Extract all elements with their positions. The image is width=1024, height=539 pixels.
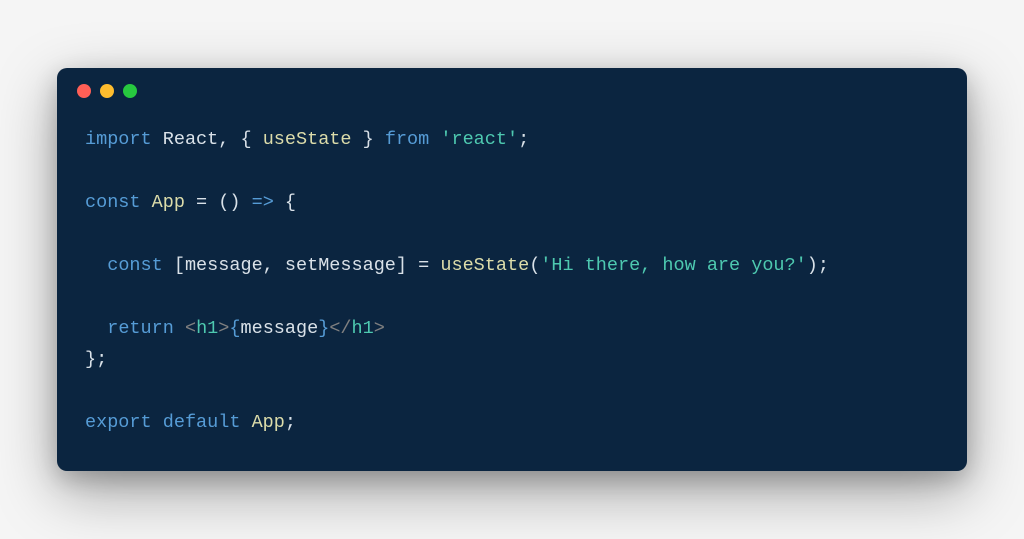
id-app: App bbox=[152, 192, 185, 213]
punc: = bbox=[418, 255, 429, 276]
code-window: import React, { useState } from 'react';… bbox=[57, 68, 967, 470]
punc: ; bbox=[96, 349, 107, 370]
id-message: message bbox=[241, 318, 319, 339]
kw-from: from bbox=[385, 129, 429, 150]
str-react: 'react' bbox=[440, 129, 518, 150]
kw-default: default bbox=[163, 412, 241, 433]
tag-open: < bbox=[185, 318, 196, 339]
tag-close: > bbox=[218, 318, 229, 339]
punc: , bbox=[263, 255, 274, 276]
id-setmessage: setMessage bbox=[285, 255, 396, 276]
tag-close: > bbox=[374, 318, 385, 339]
punc: ( bbox=[529, 255, 540, 276]
punc: ; bbox=[518, 129, 529, 150]
maximize-icon[interactable] bbox=[123, 84, 137, 98]
kw-const: const bbox=[85, 192, 141, 213]
close-icon[interactable] bbox=[77, 84, 91, 98]
id-usestate: useState bbox=[263, 129, 352, 150]
punc: { bbox=[240, 129, 251, 150]
punc: ; bbox=[285, 412, 296, 433]
kw-export: export bbox=[85, 412, 152, 433]
id-app: App bbox=[252, 412, 285, 433]
jsx-brace: } bbox=[318, 318, 329, 339]
punc: ] bbox=[396, 255, 407, 276]
fn-usestate: useState bbox=[440, 255, 529, 276]
kw-return: return bbox=[107, 318, 174, 339]
arrow: => bbox=[252, 192, 274, 213]
code-area: import React, { useState } from 'react';… bbox=[57, 106, 967, 470]
tag-h1: h1 bbox=[196, 318, 218, 339]
punc: } bbox=[85, 349, 96, 370]
punc: , bbox=[218, 129, 229, 150]
punc: ; bbox=[818, 255, 829, 276]
window-titlebar bbox=[57, 68, 967, 106]
tag-open: </ bbox=[329, 318, 351, 339]
punc: = bbox=[196, 192, 207, 213]
punc: ) bbox=[807, 255, 818, 276]
id-react: React bbox=[163, 129, 219, 150]
indent bbox=[85, 255, 107, 276]
kw-import: import bbox=[85, 129, 152, 150]
kw-const: const bbox=[107, 255, 163, 276]
indent bbox=[85, 318, 107, 339]
punc: } bbox=[363, 129, 374, 150]
punc: [ bbox=[174, 255, 185, 276]
punc: ) bbox=[229, 192, 240, 213]
id-message: message bbox=[185, 255, 263, 276]
tag-h1: h1 bbox=[352, 318, 374, 339]
jsx-brace: { bbox=[229, 318, 240, 339]
minimize-icon[interactable] bbox=[100, 84, 114, 98]
str-message: 'Hi there, how are you?' bbox=[540, 255, 806, 276]
punc: ( bbox=[218, 192, 229, 213]
punc: { bbox=[285, 192, 296, 213]
